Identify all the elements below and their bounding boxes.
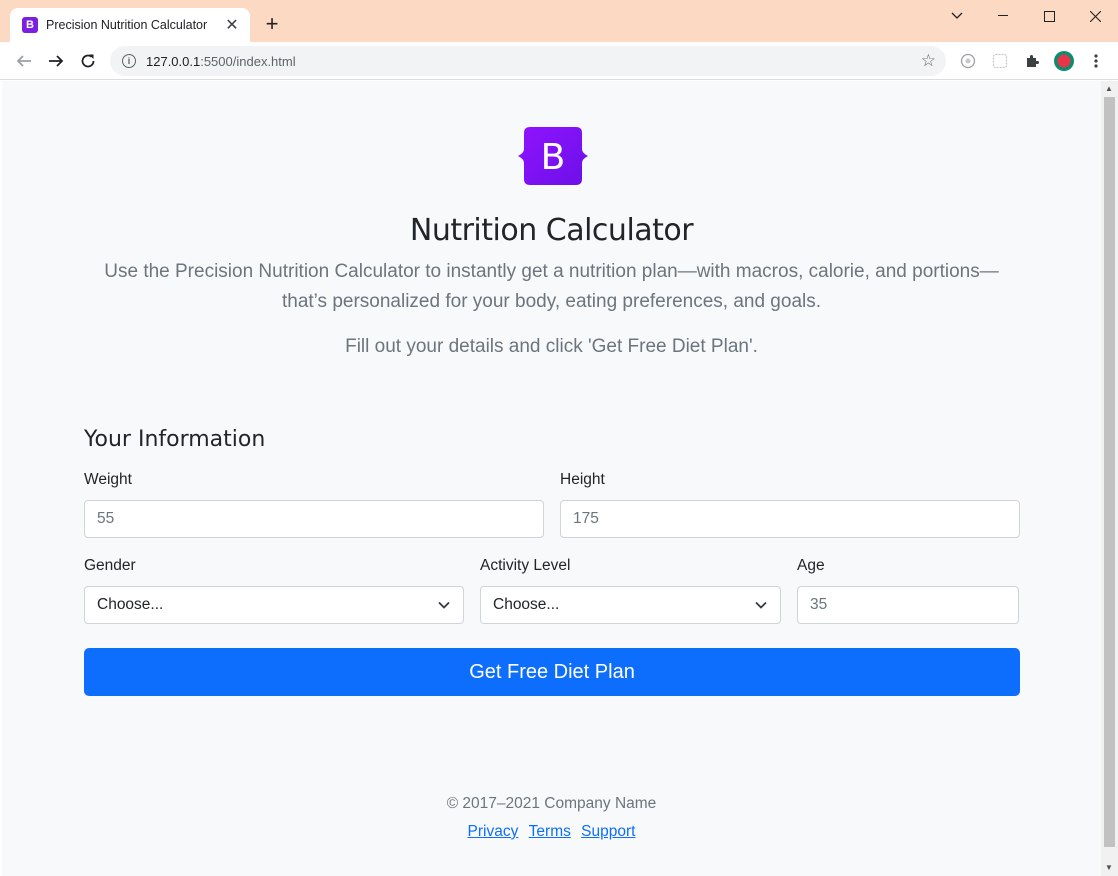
close-window-icon[interactable]	[1072, 0, 1118, 32]
browser-tab[interactable]: B Precision Nutrition Calculator ✕	[10, 8, 250, 42]
menu-kebab-icon[interactable]	[1086, 51, 1106, 71]
logo-letter: B	[541, 137, 566, 178]
forward-icon[interactable]	[42, 47, 70, 75]
site-info-icon[interactable]: i	[122, 54, 136, 68]
scroll-down-icon[interactable]: ▼	[1105, 863, 1113, 872]
get-diet-plan-button[interactable]: Get Free Diet Plan	[84, 648, 1020, 696]
address-bar[interactable]: i 127.0.0.1:5500/index.html ☆	[110, 46, 946, 76]
back-icon[interactable]	[10, 47, 38, 75]
intro-paragraph: Use the Precision Nutrition Calculator t…	[104, 261, 999, 312]
gender-label: Gender	[84, 557, 136, 574]
form-heading: Your Information	[84, 427, 266, 452]
browser-titlebar: B Precision Nutrition Calculator ✕ +	[0, 0, 1118, 42]
footer-links: Privacy Terms Support	[2, 823, 1101, 841]
height-label: Height	[560, 471, 605, 488]
activity-level-label: Activity Level	[480, 557, 571, 574]
terms-link[interactable]: Terms	[529, 823, 571, 840]
new-tab-icon[interactable]: +	[260, 11, 284, 36]
activity-level-select[interactable]: Choose...	[480, 586, 781, 624]
browser-toolbar: i 127.0.0.1:5500/index.html ☆	[0, 42, 1118, 80]
maximize-icon[interactable]	[1026, 0, 1072, 32]
minimize-icon[interactable]	[980, 0, 1026, 32]
tab-favicon-icon: B	[22, 17, 38, 33]
privacy-link[interactable]: Privacy	[468, 823, 519, 840]
age-input[interactable]: 35	[797, 586, 1019, 624]
copyright-text: © 2017–2021 Company Name	[446, 795, 657, 812]
weight-label: Weight	[84, 471, 132, 488]
scroll-up-icon[interactable]: ▲	[1105, 84, 1113, 93]
extensions-puzzle-icon[interactable]	[1022, 51, 1042, 71]
reload-icon[interactable]	[74, 47, 102, 75]
instructions-text: Fill out your details and click 'Get Fre…	[345, 336, 758, 357]
bookmark-star-icon[interactable]: ☆	[921, 51, 936, 71]
chevron-down-icon	[438, 601, 450, 609]
height-input[interactable]: 175	[560, 500, 1020, 538]
url-text: 127.0.0.1:5500/index.html	[146, 53, 296, 69]
page-content: B Nutrition Calculator Use the Precision…	[2, 81, 1101, 876]
extension-icon[interactable]	[958, 51, 978, 71]
weight-input[interactable]: 55	[84, 500, 544, 538]
close-tab-icon[interactable]: ✕	[220, 13, 244, 37]
vertical-scrollbar[interactable]: ▲ ▼	[1101, 81, 1118, 876]
gender-selected-value: Choose...	[97, 596, 164, 613]
scrollbar-thumb[interactable]	[1104, 97, 1115, 847]
profile-avatar[interactable]	[1053, 50, 1075, 72]
chevron-down-icon	[755, 601, 767, 609]
age-label: Age	[797, 557, 825, 574]
page-title: Nutrition Calculator	[409, 213, 694, 248]
extension-icon[interactable]	[990, 51, 1010, 71]
bootstrap-logo-icon: B	[518, 127, 588, 185]
gender-select[interactable]: Choose...	[84, 586, 464, 624]
tab-search-icon[interactable]	[934, 0, 980, 32]
activity-selected-value: Choose...	[493, 596, 560, 613]
support-link[interactable]: Support	[581, 823, 635, 840]
tab-title: Precision Nutrition Calculator	[46, 18, 208, 32]
